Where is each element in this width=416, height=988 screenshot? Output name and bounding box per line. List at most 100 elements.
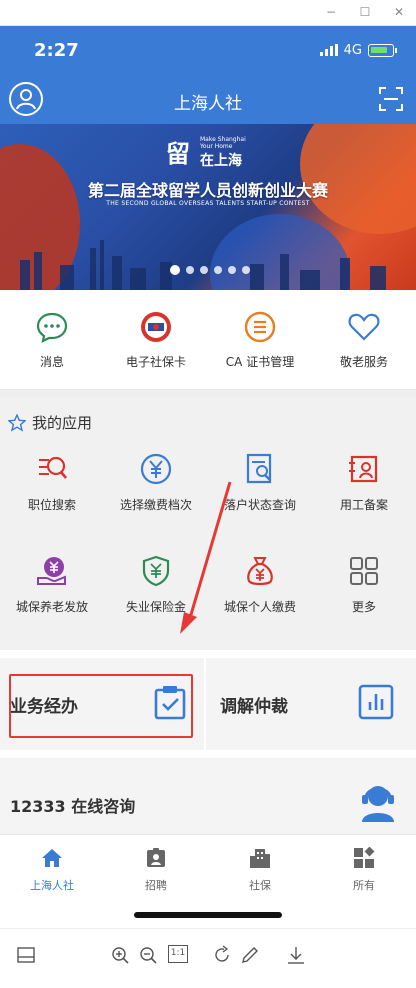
message-icon [36, 312, 68, 343]
bar-chart-icon [358, 684, 394, 720]
heart-icon [348, 313, 380, 341]
app-item-settle-query[interactable]: 落户状态查询 [208, 452, 312, 513]
bottom-tab-bar: 上海人社 招聘 社保 所有 [0, 834, 416, 924]
tab-all[interactable]: 所有 [312, 847, 416, 893]
skyline-graphic [20, 240, 386, 290]
social-card-icon [141, 312, 171, 342]
app-item-personal-payment[interactable]: 城保个人缴费 [208, 554, 312, 615]
logo-text: 在上海 [200, 153, 242, 169]
screen: − ☐ ✕ 2:27 4G 上海人社 留 Make Shanghai Your … [0, 0, 416, 988]
banner-logo: 留 Make Shanghai Your Home 在上海 [166, 134, 256, 169]
card-mediation[interactable]: 调解仲裁 [208, 658, 416, 750]
app-label: 选择缴费档次 [119, 498, 192, 512]
app-label: 落户状态查询 [223, 498, 296, 512]
my-apps-section: 我的应用 职位搜索 选择缴费档次 落户状态查询 用工备案 城保养老发放 失业保险… [0, 398, 416, 650]
app-item-employment-filing[interactable]: 用工备案 [312, 452, 416, 513]
app-label: 城保个人缴费 [223, 600, 296, 614]
carousel-dot[interactable] [186, 266, 194, 274]
yuan-icon [140, 453, 172, 485]
more-grid-icon [350, 557, 378, 585]
carousel-dot[interactable] [242, 266, 250, 274]
carousel-dot[interactable] [200, 266, 208, 274]
tab-label: 所有 [353, 879, 375, 892]
banner-carousel[interactable]: 留 Make Shanghai Your Home 在上海 第二届全球留学人员创… [0, 124, 416, 290]
zoom-in-icon[interactable] [110, 945, 130, 965]
home-indicator[interactable] [134, 912, 282, 918]
job-search-icon [39, 456, 67, 479]
online-consult[interactable]: 12333 在线咨询 [0, 758, 416, 834]
apps-title: 我的应用 [32, 414, 93, 432]
quick-label: 敬老服务 [339, 355, 388, 369]
star-icon [8, 413, 26, 432]
apps-header: 我的应用 [8, 412, 92, 433]
battery-icon [368, 43, 397, 57]
carousel-dot[interactable] [228, 266, 236, 274]
section-divider [0, 750, 416, 758]
money-bag-icon [247, 557, 273, 586]
section-divider [0, 390, 416, 398]
carousel-dots [170, 265, 250, 275]
layout-icon[interactable] [16, 945, 36, 965]
app-label: 更多 [351, 600, 376, 614]
quick-item-elderly[interactable]: 敬老服务 [312, 310, 416, 370]
pension-icon [37, 557, 66, 585]
rotate-icon[interactable] [212, 945, 232, 965]
tab-label: 上海人社 [30, 879, 74, 892]
app-item-unemployment[interactable]: 失业保险金 [104, 554, 208, 615]
banner-subtitle: THE SECOND GLOBAL OVERSEAS TALENTS START… [106, 200, 310, 207]
ca-cert-icon [244, 311, 276, 343]
quick-access-row: 消息 电子社保卡 CA 证书管理 敬老服务 [0, 290, 416, 390]
customer-service-icon [362, 786, 394, 822]
scan-icon[interactable] [378, 86, 404, 112]
unemployment-icon [142, 555, 170, 587]
maximize-button[interactable]: ☐ [352, 2, 378, 22]
app-header: 2:27 4G 上海人社 [0, 26, 416, 124]
carousel-dot[interactable] [214, 266, 222, 274]
app-item-payment-level[interactable]: 选择缴费档次 [104, 452, 208, 513]
minimize-button[interactable]: − [318, 2, 344, 22]
logo-tagline: Make Shanghai Your Home [200, 136, 246, 150]
logo-main: 留 [166, 139, 190, 168]
tab-label: 社保 [249, 879, 271, 892]
carousel-dot[interactable] [170, 265, 180, 275]
consult-label: 12333 在线咨询 [10, 797, 136, 816]
status-icons: 4G [319, 42, 397, 58]
app-label: 职位搜索 [27, 498, 76, 512]
page-title: 上海人社 [174, 94, 242, 114]
close-button[interactable]: ✕ [386, 2, 412, 22]
settle-query-icon [246, 453, 272, 484]
window-titlebar: − ☐ ✕ [0, 0, 416, 26]
employment-filing-icon [349, 455, 378, 483]
tab-home[interactable]: 上海人社 [0, 847, 104, 893]
app-label: 失业保险金 [125, 600, 186, 614]
highlight-box [9, 674, 193, 738]
banner-title: 第二届全球留学人员创新创业大赛 [87, 181, 328, 200]
card-label: 调解仲裁 [220, 697, 288, 717]
actual-size-button[interactable]: 1:1 [168, 945, 188, 963]
app-item-more[interactable]: 更多 [312, 554, 416, 615]
quick-item-message[interactable]: 消息 [0, 310, 104, 370]
app-item-job-search[interactable]: 职位搜索 [0, 452, 104, 513]
tab-label: 招聘 [145, 879, 167, 892]
quick-label: CA 证书管理 [225, 355, 295, 369]
zoom-out-icon[interactable] [138, 945, 158, 965]
recruit-icon [147, 848, 165, 867]
pencil-icon[interactable] [240, 945, 260, 965]
quick-item-social-card[interactable]: 电子社保卡 [104, 310, 208, 370]
viewer-toolbar: 1:1 [0, 928, 416, 988]
download-icon[interactable] [286, 945, 306, 965]
quick-label: 电子社保卡 [125, 355, 186, 369]
all-grid-icon [354, 847, 375, 868]
app-label: 城保养老发放 [15, 600, 88, 614]
network-type: 4G [343, 42, 362, 58]
home-icon [42, 849, 62, 867]
status-time: 2:27 [34, 40, 79, 61]
quick-label: 消息 [39, 355, 64, 369]
signal-icon [319, 44, 338, 56]
quick-item-ca-cert[interactable]: CA 证书管理 [208, 310, 312, 370]
tab-social-security[interactable]: 社保 [208, 847, 312, 893]
building-icon [250, 849, 270, 868]
tab-recruit[interactable]: 招聘 [104, 847, 208, 893]
app-item-pension[interactable]: 城保养老发放 [0, 554, 104, 615]
app-label: 用工备案 [339, 498, 388, 512]
